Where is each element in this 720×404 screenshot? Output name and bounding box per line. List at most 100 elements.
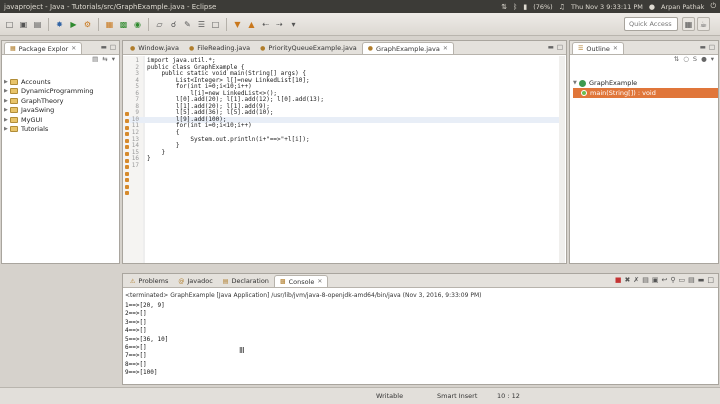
tab-priorityqueueexample-java[interactable]: ● PriorityQueueExample.java (255, 42, 362, 54)
minimize-icon[interactable]: ▬ (548, 43, 554, 51)
maximize-icon[interactable]: □ (557, 43, 563, 51)
run-icon[interactable]: ▶ (67, 17, 80, 31)
user-name[interactable]: Arpan Pathak (661, 3, 704, 11)
chevron-down-icon[interactable]: ▾ (287, 17, 300, 31)
hide-static-icon[interactable]: S (693, 55, 697, 67)
empty-left-area (1, 273, 120, 385)
project-folder-icon (10, 97, 18, 104)
list-item[interactable]: ▶ GraphTheory (4, 96, 93, 106)
display-console-icon[interactable]: ▭ (679, 276, 686, 284)
external-tools-icon[interactable]: ⚙ (81, 17, 94, 31)
tab-problems[interactable]: ⚠ Problems (125, 275, 173, 287)
window-title: javaproject - Java - Tutorials/src/Graph… (4, 2, 217, 11)
close-icon[interactable]: ✕ (613, 45, 618, 52)
user-icon[interactable]: ● (649, 3, 655, 11)
hide-fields-icon[interactable]: ○ (683, 55, 689, 67)
remove-all-icon[interactable]: ✗ (633, 276, 639, 284)
tab-javadoc[interactable]: @ Javadoc (173, 275, 217, 287)
network-icon[interactable]: ⇅ (501, 3, 507, 11)
tab-declaration[interactable]: ▤ Declaration (218, 275, 274, 287)
list-item[interactable]: ▶ Tutorials (4, 125, 93, 135)
bluetooth-icon[interactable]: ᛒ (513, 3, 517, 11)
save-icon[interactable]: ▣ (17, 17, 30, 31)
minimize-icon[interactable]: ▬ (698, 276, 705, 284)
list-item[interactable]: ▶ MyGUI (4, 115, 93, 125)
package-explorer-icon: ▦ (10, 45, 16, 52)
close-icon[interactable]: ✕ (71, 45, 76, 52)
sort-icon[interactable]: ⇅ (674, 55, 679, 67)
link-with-editor-icon[interactable]: ⇆ (102, 55, 107, 67)
code-text-area[interactable]: 1 import java.util.*; 2 public class GraphE… (129, 57, 564, 170)
title-bar: javaproject - Java - Tutorials/src/Graph… (0, 0, 720, 13)
code-line[interactable]: 17 (129, 162, 564, 170)
open-console-icon[interactable]: ▤ (688, 276, 695, 284)
previous-annotation-icon[interactable]: ▲ (245, 17, 258, 31)
view-menu-icon[interactable]: ▾ (112, 55, 115, 67)
open-perspective-icon[interactable]: ▦ (682, 17, 695, 31)
tab-outline[interactable]: ☰ Outline ✕ (572, 42, 624, 54)
word-wrap-icon[interactable]: ↩ (661, 276, 667, 284)
java-perspective-icon[interactable]: ☕ (697, 17, 710, 31)
minimize-icon[interactable]: ▬ (101, 43, 107, 51)
scroll-lock-icon[interactable]: ▣ (652, 276, 659, 284)
minimize-icon[interactable]: ▬ (700, 43, 706, 51)
outline-panel: ☰ Outline ✕ ▬ □ ⇅ ○ S ● ▾ ▼ GraphExample (569, 40, 719, 264)
list-item[interactable]: ▶ DynamicProgramming (4, 87, 93, 97)
console-icon: ▩ (279, 278, 286, 285)
maximize-icon[interactable]: □ (707, 276, 714, 284)
tab-package-explorer[interactable]: ▦ Package Explor ✕ (4, 42, 83, 54)
forward-icon[interactable]: ⇢ (273, 17, 286, 31)
project-folder-icon (10, 116, 18, 123)
tab-graphexample-java[interactable]: ● GraphExample.java ✕ (361, 42, 454, 54)
back-icon[interactable]: ⇠ (259, 17, 272, 31)
collapse-all-icon[interactable]: ▤ (92, 55, 98, 67)
open-type-icon[interactable]: ▱ (153, 17, 166, 31)
tab-window-java[interactable]: ● Window.java (125, 42, 184, 54)
writable-status: Writable (376, 392, 404, 400)
hide-nonpublic-icon[interactable]: ● (701, 55, 707, 67)
search-icon[interactable]: ☌ (167, 17, 180, 31)
new-class-icon[interactable]: ◉ (131, 17, 144, 31)
console-line: 5==>[36, 10] (125, 335, 169, 343)
maximize-icon[interactable]: □ (110, 43, 116, 51)
project-name: Tutorials (21, 125, 49, 134)
console-output[interactable]: 1==>[20, 9] 2==>[] 3==>[] 4==>[] 5==>[36, 10… (125, 302, 168, 378)
new-icon[interactable]: □ (3, 17, 16, 31)
toolbar-separator (226, 17, 227, 31)
outline-icon: ☰ (578, 45, 584, 52)
list-item[interactable]: ▶ Accounts (4, 77, 93, 87)
pin-console-icon[interactable]: ⚲ (670, 276, 675, 284)
outline-method-node[interactable]: main(String[]) : void (573, 88, 718, 98)
new-package-icon[interactable]: ▩ (117, 17, 130, 31)
editor-tabbar: ● Window.java ● FileReading.java ● Priority… (123, 41, 566, 55)
debug-icon[interactable]: ✸ (53, 17, 66, 31)
package-explorer-tabbar: ▦ Package Explor ✕ ▬ □ (2, 41, 119, 55)
tab-console[interactable]: ▩ Console ✕ (273, 275, 329, 287)
outline-class-node[interactable]: ▼ GraphExample (573, 78, 718, 88)
mark-occurrences-icon[interactable]: ✎ (181, 17, 194, 31)
toggle-breadcrumb-icon[interactable]: ☰ (195, 17, 208, 31)
maximize-icon[interactable]: □ (709, 43, 715, 51)
list-item[interactable]: ▶ JavaSwing (4, 106, 93, 116)
overview-ruler[interactable] (559, 56, 565, 263)
view-menu-icon[interactable]: ▾ (711, 55, 714, 67)
clear-console-icon[interactable]: ▤ (642, 276, 649, 284)
remove-launch-icon[interactable]: ✖ (624, 276, 630, 284)
close-icon[interactable]: ✕ (443, 45, 448, 52)
new-java-project-icon[interactable]: ▦ (103, 17, 116, 31)
java-file-icon: ● (188, 44, 195, 52)
battery-icon[interactable]: ▮ (523, 3, 527, 11)
print-icon[interactable]: ▤ (31, 17, 44, 31)
power-icon[interactable]: ⏻ (710, 2, 716, 11)
close-icon[interactable]: ✕ (317, 278, 322, 285)
quick-access-input[interactable]: Quick Access (624, 17, 678, 31)
tab-filereading-java[interactable]: ● FileReading.java (184, 42, 255, 54)
volume-icon[interactable]: ♫ (559, 3, 565, 11)
clock[interactable]: Thu Nov 3 9:33:11 PM (571, 3, 643, 11)
main-toolbar: □ ▣ ▤ ✸ ▶ ⚙ ▦ ▩ ◉ ▱ ☌ ✎ ☰ □ ▼ ▲ ⇠ ⇢ ▾ (0, 13, 720, 36)
next-annotation-icon[interactable]: ▼ (231, 17, 244, 31)
status-bar: Writable Smart Insert 10 : 12 (0, 387, 720, 404)
java-file-icon: ● (260, 44, 266, 52)
terminate-icon[interactable]: ■ (615, 276, 622, 284)
block-selection-icon[interactable]: □ (209, 17, 222, 31)
